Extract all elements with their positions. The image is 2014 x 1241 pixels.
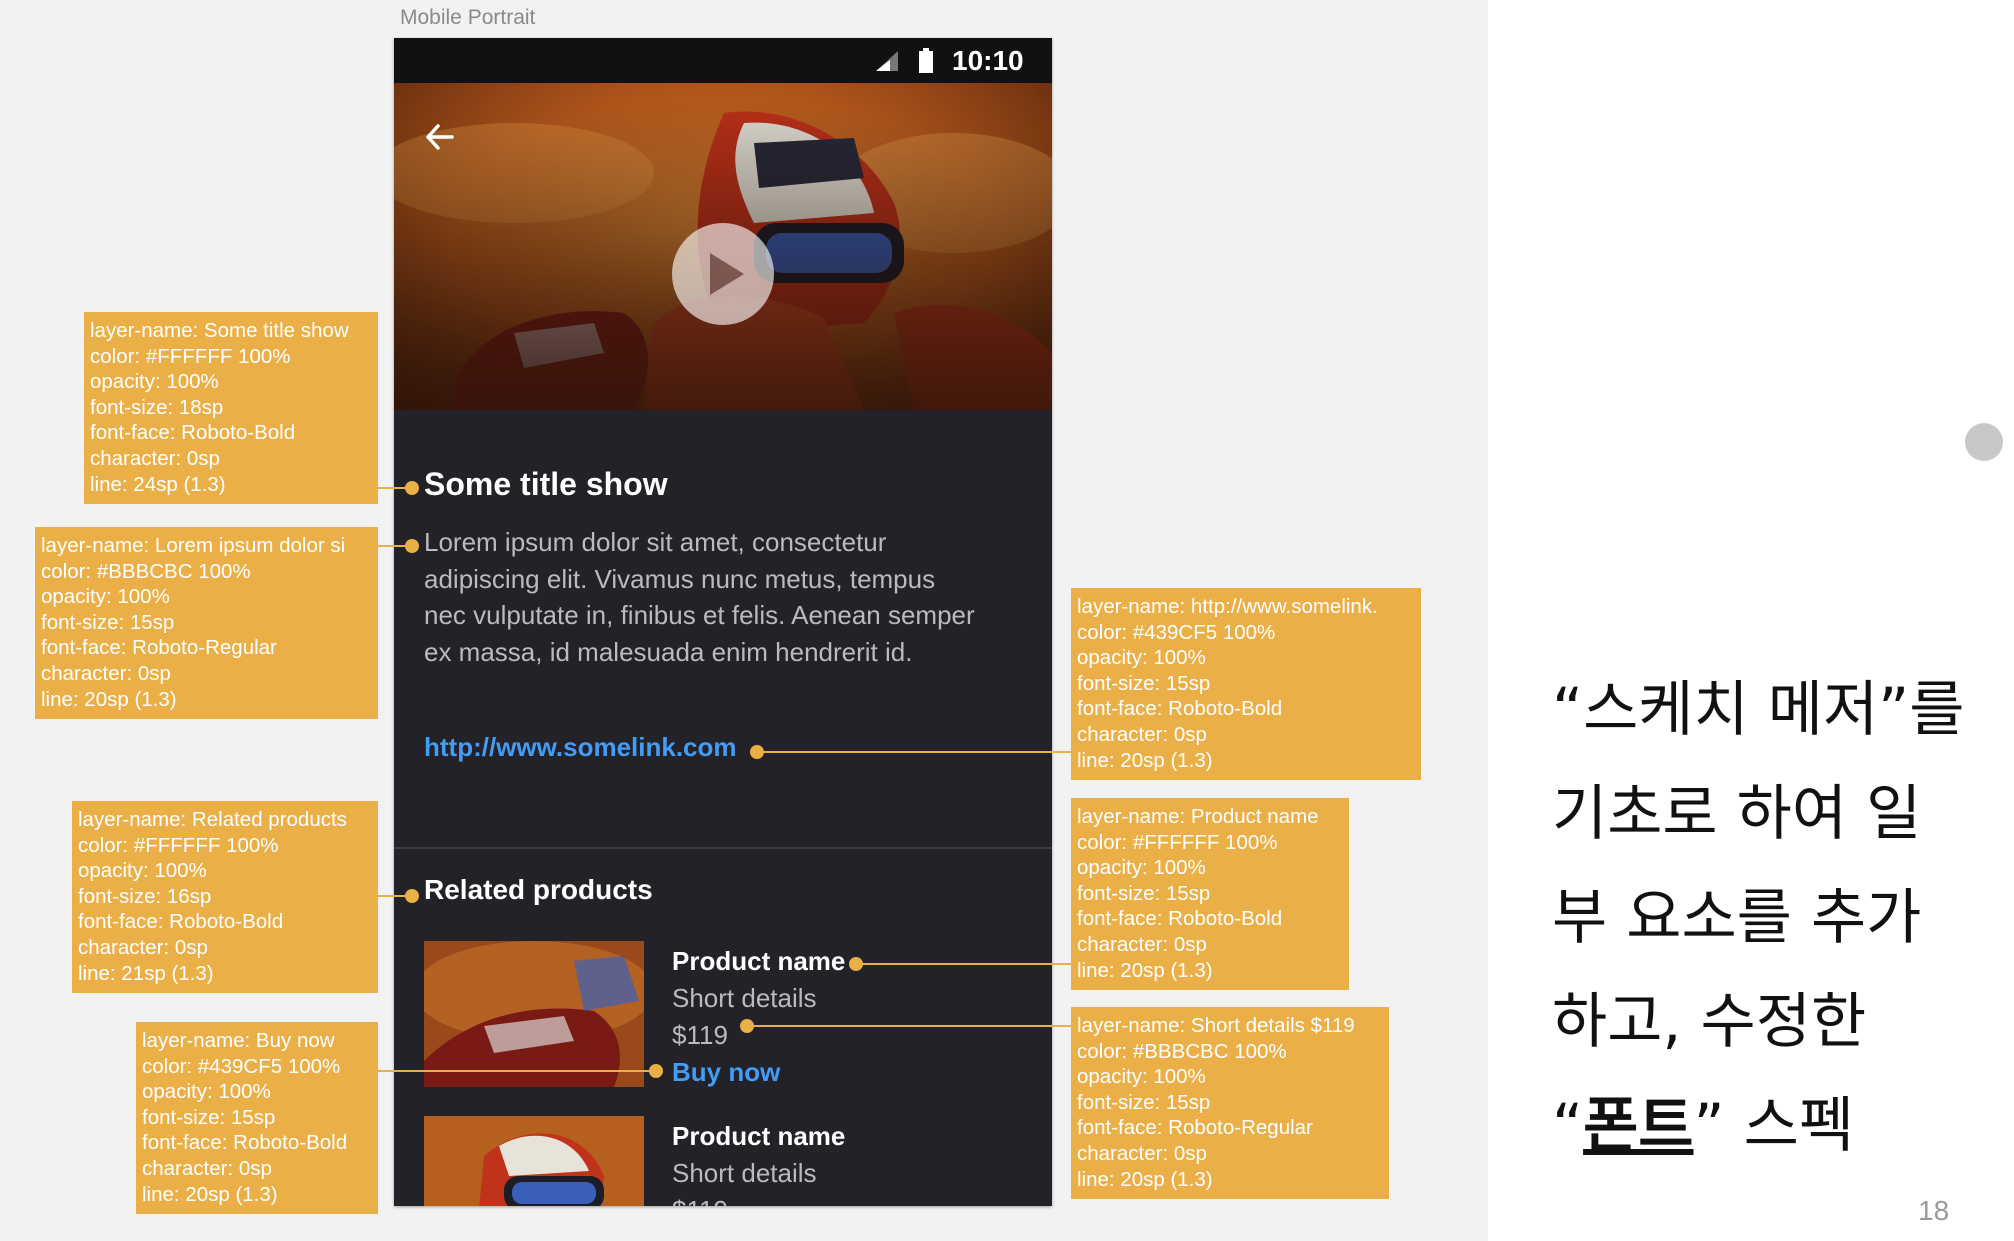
spec-line: color: #439CF5 100%	[1077, 620, 1276, 644]
caption-line: “스케치 메저”를	[1552, 675, 1965, 745]
play-button[interactable]	[672, 223, 774, 325]
spec-line: font-size: 18sp	[90, 395, 224, 419]
spec-line: font-face: Roboto-Bold	[78, 910, 284, 934]
product-image	[424, 941, 644, 1087]
caption-line: 부 요소를 추가	[1552, 883, 1922, 953]
show-description: Lorem ipsum dolor sit amet, consectetur …	[424, 527, 975, 667]
spec-line: layer-name: Short details $119	[1077, 1014, 1355, 1037]
spec-line: line: 20sp (1.3)	[1077, 748, 1213, 772]
spec-line: font-face: Roboto-Bold	[1077, 697, 1283, 721]
spec-line: line: 20sp (1.3)	[1077, 1167, 1213, 1191]
spec-line: font-size: 15sp	[1077, 881, 1211, 905]
spec-line: color: #FFFFFF 100%	[90, 344, 291, 368]
spec-line: opacity: 100%	[90, 370, 219, 394]
spec-line: font-face: Roboto-Bold	[142, 1131, 348, 1155]
caption-line: 하고, 수정한	[1552, 987, 1867, 1057]
spec-line: font-size: 15sp	[1077, 671, 1211, 695]
artboard-label: Mobile Portrait	[400, 6, 536, 29]
buy-now-link[interactable]: Buy now	[672, 1057, 780, 1088]
spec-line: line: 20sp (1.3)	[41, 687, 177, 711]
section-divider	[394, 847, 1052, 849]
spec-line: layer-name: Product name	[1077, 805, 1319, 828]
details-spec-annotation: layer-name: Short details $119 color: #B…	[1071, 1007, 1389, 1199]
caption-line: “폰트” 스펙	[1552, 1074, 1992, 1178]
play-icon	[710, 253, 744, 295]
spec-line: font-size: 15sp	[41, 610, 175, 634]
product-image	[424, 1116, 644, 1206]
product-details: Short details	[672, 983, 817, 1013]
title-spec-annotation: layer-name: Some title show color: #FFFF…	[84, 312, 378, 504]
spec-line: opacity: 100%	[1077, 646, 1206, 670]
caption-line: 기초로 하여 일	[1552, 779, 1922, 849]
external-link[interactable]: http://www.somelink.com	[424, 732, 737, 763]
spec-line: font-size: 16sp	[78, 884, 212, 908]
product-price: $119	[672, 1195, 728, 1206]
spec-line: character: 0sp	[1077, 1141, 1207, 1165]
spec-line: line: 20sp (1.3)	[142, 1182, 278, 1206]
spec-line: layer-name: Lorem ipsum dolor si	[41, 534, 346, 557]
status-time: 10:10	[952, 45, 1024, 76]
battery-icon	[919, 48, 933, 73]
slide-nav-dot[interactable]	[1965, 423, 2003, 461]
spec-line: font-face: Roboto-Bold	[1077, 907, 1283, 931]
product-card[interactable]: Product name Short details $119	[424, 1116, 1044, 1206]
show-title: Some title show	[424, 466, 668, 502]
spec-line: font-size: 15sp	[1077, 1090, 1211, 1114]
spec-line: color: #BBBCBC 100%	[1077, 1039, 1287, 1063]
spec-line: font-face: Roboto-Bold	[90, 421, 296, 445]
spec-line: layer-name: Buy now	[142, 1029, 335, 1052]
spec-line: character: 0sp	[1077, 932, 1207, 956]
phone-screen: 10:10 Some title show Lorem ipsum dolor …	[394, 38, 1052, 1206]
spec-line: character: 0sp	[90, 446, 220, 470]
related-products-heading: Related products	[424, 874, 653, 905]
spec-line: line: 20sp (1.3)	[1077, 958, 1213, 982]
spec-line: opacity: 100%	[1077, 856, 1206, 880]
hero-video[interactable]	[394, 83, 1052, 410]
spec-line: line: 21sp (1.3)	[78, 961, 214, 985]
caption-emphasis: 폰트	[1583, 1091, 1694, 1161]
spec-line: color: #BBBCBC 100%	[41, 559, 251, 583]
spec-line: opacity: 100%	[142, 1080, 271, 1104]
spec-line: character: 0sp	[41, 661, 171, 685]
product-details: Short details	[672, 1158, 817, 1188]
spec-line: layer-name: http://www.somelink.	[1077, 595, 1378, 618]
spec-line: font-face: Roboto-Regular	[41, 636, 277, 660]
spec-line: character: 0sp	[142, 1156, 272, 1180]
signal-icon	[876, 51, 898, 71]
spec-line: layer-name: Some title show	[90, 319, 349, 342]
design-canvas: Mobile Portrait 10:10 Some title show Lo…	[0, 0, 1488, 1241]
spec-line: font-face: Roboto-Regular	[1077, 1116, 1313, 1140]
slide-caption: “스케치 메저”를 기초로 하여 일 부 요소를 추가 하고, 수정한 “폰트”…	[1552, 658, 1992, 1178]
description-spec-annotation: layer-name: Lorem ipsum dolor si color: …	[35, 527, 378, 719]
spec-line: opacity: 100%	[1077, 1065, 1206, 1089]
spec-line: color: #FFFFFF 100%	[1077, 830, 1278, 854]
buy-now-spec-annotation: layer-name: Buy now color: #439CF5 100% …	[136, 1022, 378, 1214]
product-name: Product name	[672, 946, 846, 976]
page-number: 18	[1918, 1195, 1950, 1226]
status-bar: 10:10	[394, 38, 1052, 83]
product-name: Product name	[672, 1121, 846, 1151]
spec-line: color: #439CF5 100%	[142, 1054, 341, 1078]
arrow-left-icon[interactable]	[422, 119, 458, 155]
spec-line: line: 24sp (1.3)	[90, 472, 226, 496]
spec-line: font-size: 15sp	[142, 1105, 276, 1129]
product-thumbnail[interactable]	[424, 941, 644, 1087]
product-card[interactable]: Product name Short details $119 Buy now	[424, 941, 1044, 1091]
spec-line: opacity: 100%	[41, 585, 170, 609]
spec-line: opacity: 100%	[78, 859, 207, 883]
spec-line: character: 0sp	[1077, 722, 1207, 746]
caption-quote-open: “	[1552, 1091, 1584, 1161]
product-price: $119	[672, 1020, 728, 1050]
spec-line: layer-name: Related products	[78, 808, 347, 831]
related-products-spec-annotation: layer-name: Related products color: #FFF…	[72, 801, 378, 993]
link-spec-annotation: layer-name: http://www.somelink. color: …	[1071, 588, 1421, 780]
product-name-spec-annotation: layer-name: Product name color: #FFFFFF …	[1071, 798, 1349, 990]
spec-line: character: 0sp	[78, 935, 208, 959]
caption-tail: ” 스펙	[1693, 1091, 1855, 1161]
spec-line: color: #FFFFFF 100%	[78, 833, 279, 857]
product-thumbnail[interactable]	[424, 1116, 644, 1206]
